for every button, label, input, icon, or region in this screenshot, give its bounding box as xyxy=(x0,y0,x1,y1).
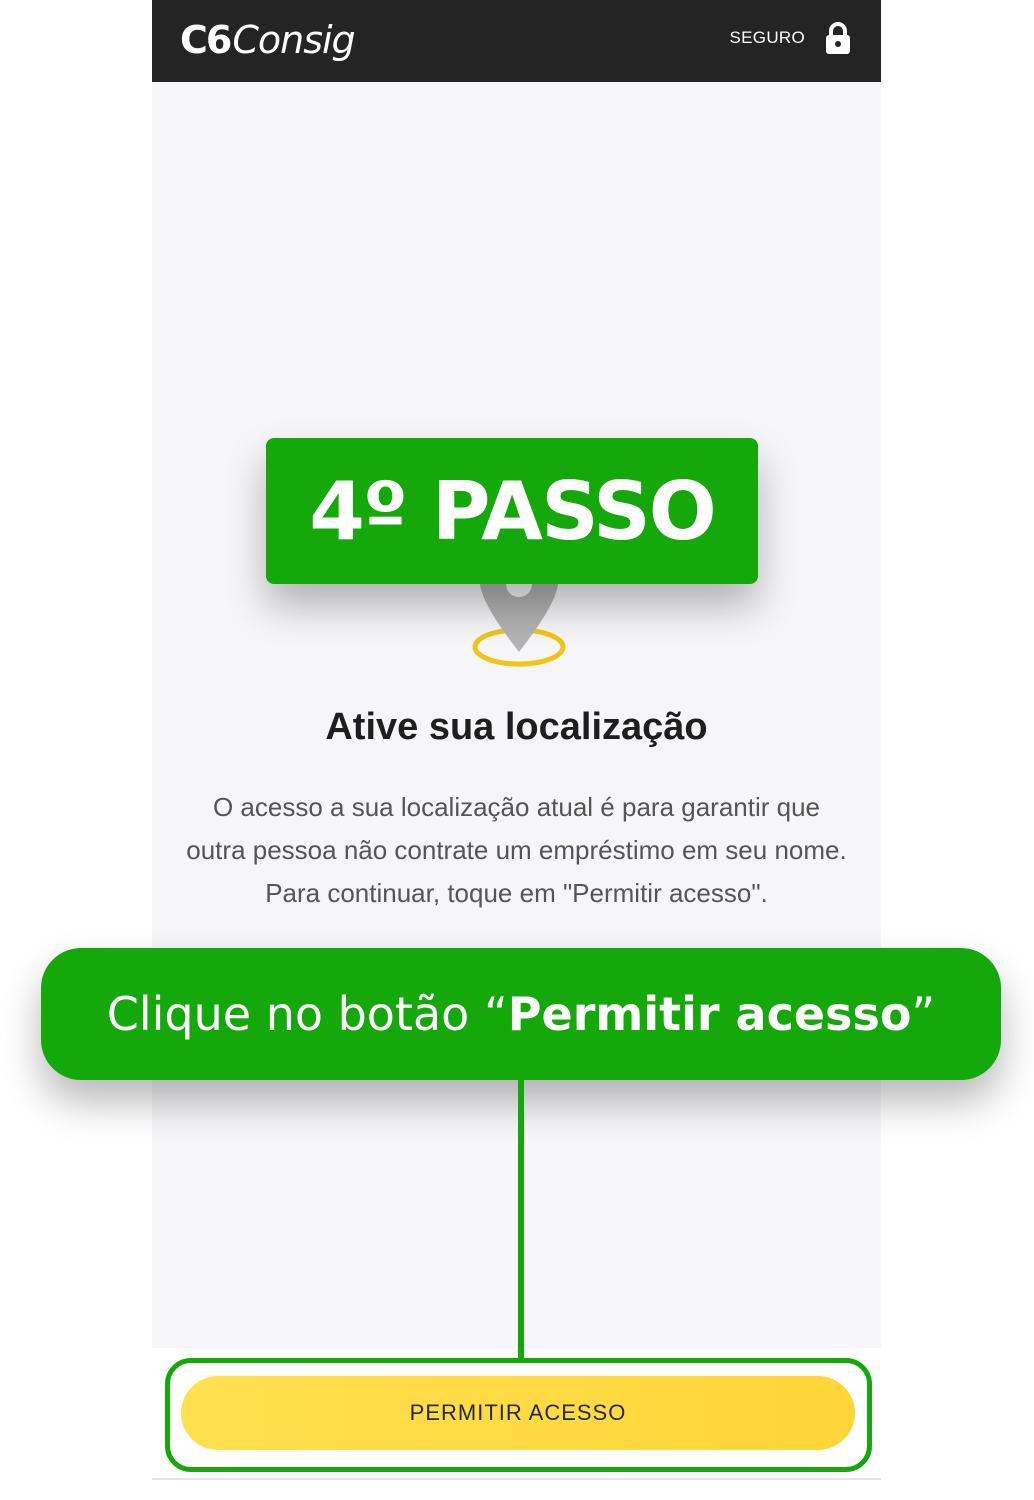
app-header: C6 Consig SEGURO xyxy=(152,0,881,82)
callout-quote-close: ” xyxy=(911,987,936,1041)
logo-consig-text: Consig xyxy=(232,18,355,62)
tutorial-canvas: C6 Consig SEGURO Ative sua localização O… xyxy=(0,0,1034,1500)
c6-consig-logo: C6 Consig xyxy=(180,14,356,66)
instruction-callout: Clique no botão “Permitir acesso” xyxy=(41,948,1001,1080)
phone-screen: C6 Consig SEGURO Ative sua localização O… xyxy=(152,0,881,1480)
secure-label: SEGURO xyxy=(729,28,805,47)
callout-bold-text: Permitir acesso xyxy=(507,987,912,1041)
secure-indicator: SEGURO xyxy=(730,22,851,54)
callout-quote-open: “ xyxy=(483,987,508,1041)
logo-c6-text: C6 xyxy=(180,18,232,62)
button-highlight-frame xyxy=(165,1358,872,1472)
page-title: Ative sua localização xyxy=(325,706,708,748)
callout-prefix: Clique no botão xyxy=(106,987,470,1041)
step-badge: 4º PASSO xyxy=(266,438,758,584)
page-description: O acesso a sua localização atual é para … xyxy=(186,792,847,908)
lock-icon xyxy=(825,22,851,54)
callout-connector-line xyxy=(518,1078,524,1360)
